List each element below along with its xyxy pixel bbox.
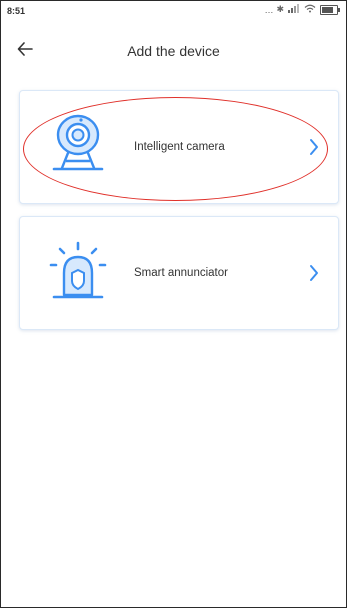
phone-frame: 8:51 … ✱ Add the device Intelligent came… [0,0,347,608]
signal-strength-icon [288,4,300,15]
status-icons: … ✱ [264,4,340,15]
chevron-right-icon [310,139,318,155]
alarm-siren-icon [49,241,107,299]
status-bar: 8:51 … ✱ [1,1,346,23]
status-time: 8:51 [7,6,26,16]
bluetooth-icon: ✱ [276,4,284,14]
chevron-right-icon [310,265,318,281]
camera-icon [52,114,104,171]
header: Add the device [1,31,346,71]
device-card-intelligent-camera[interactable]: Intelligent camera [19,90,339,204]
device-label: Smart annunciator [134,267,228,279]
device-card-smart-annunciator[interactable]: Smart annunciator [19,216,339,330]
battery-icon [320,4,340,15]
signal-dots-icon: … [264,4,273,15]
wifi-icon [304,4,316,15]
device-label: Intelligent camera [134,141,225,153]
page-title: Add the device [127,43,220,59]
